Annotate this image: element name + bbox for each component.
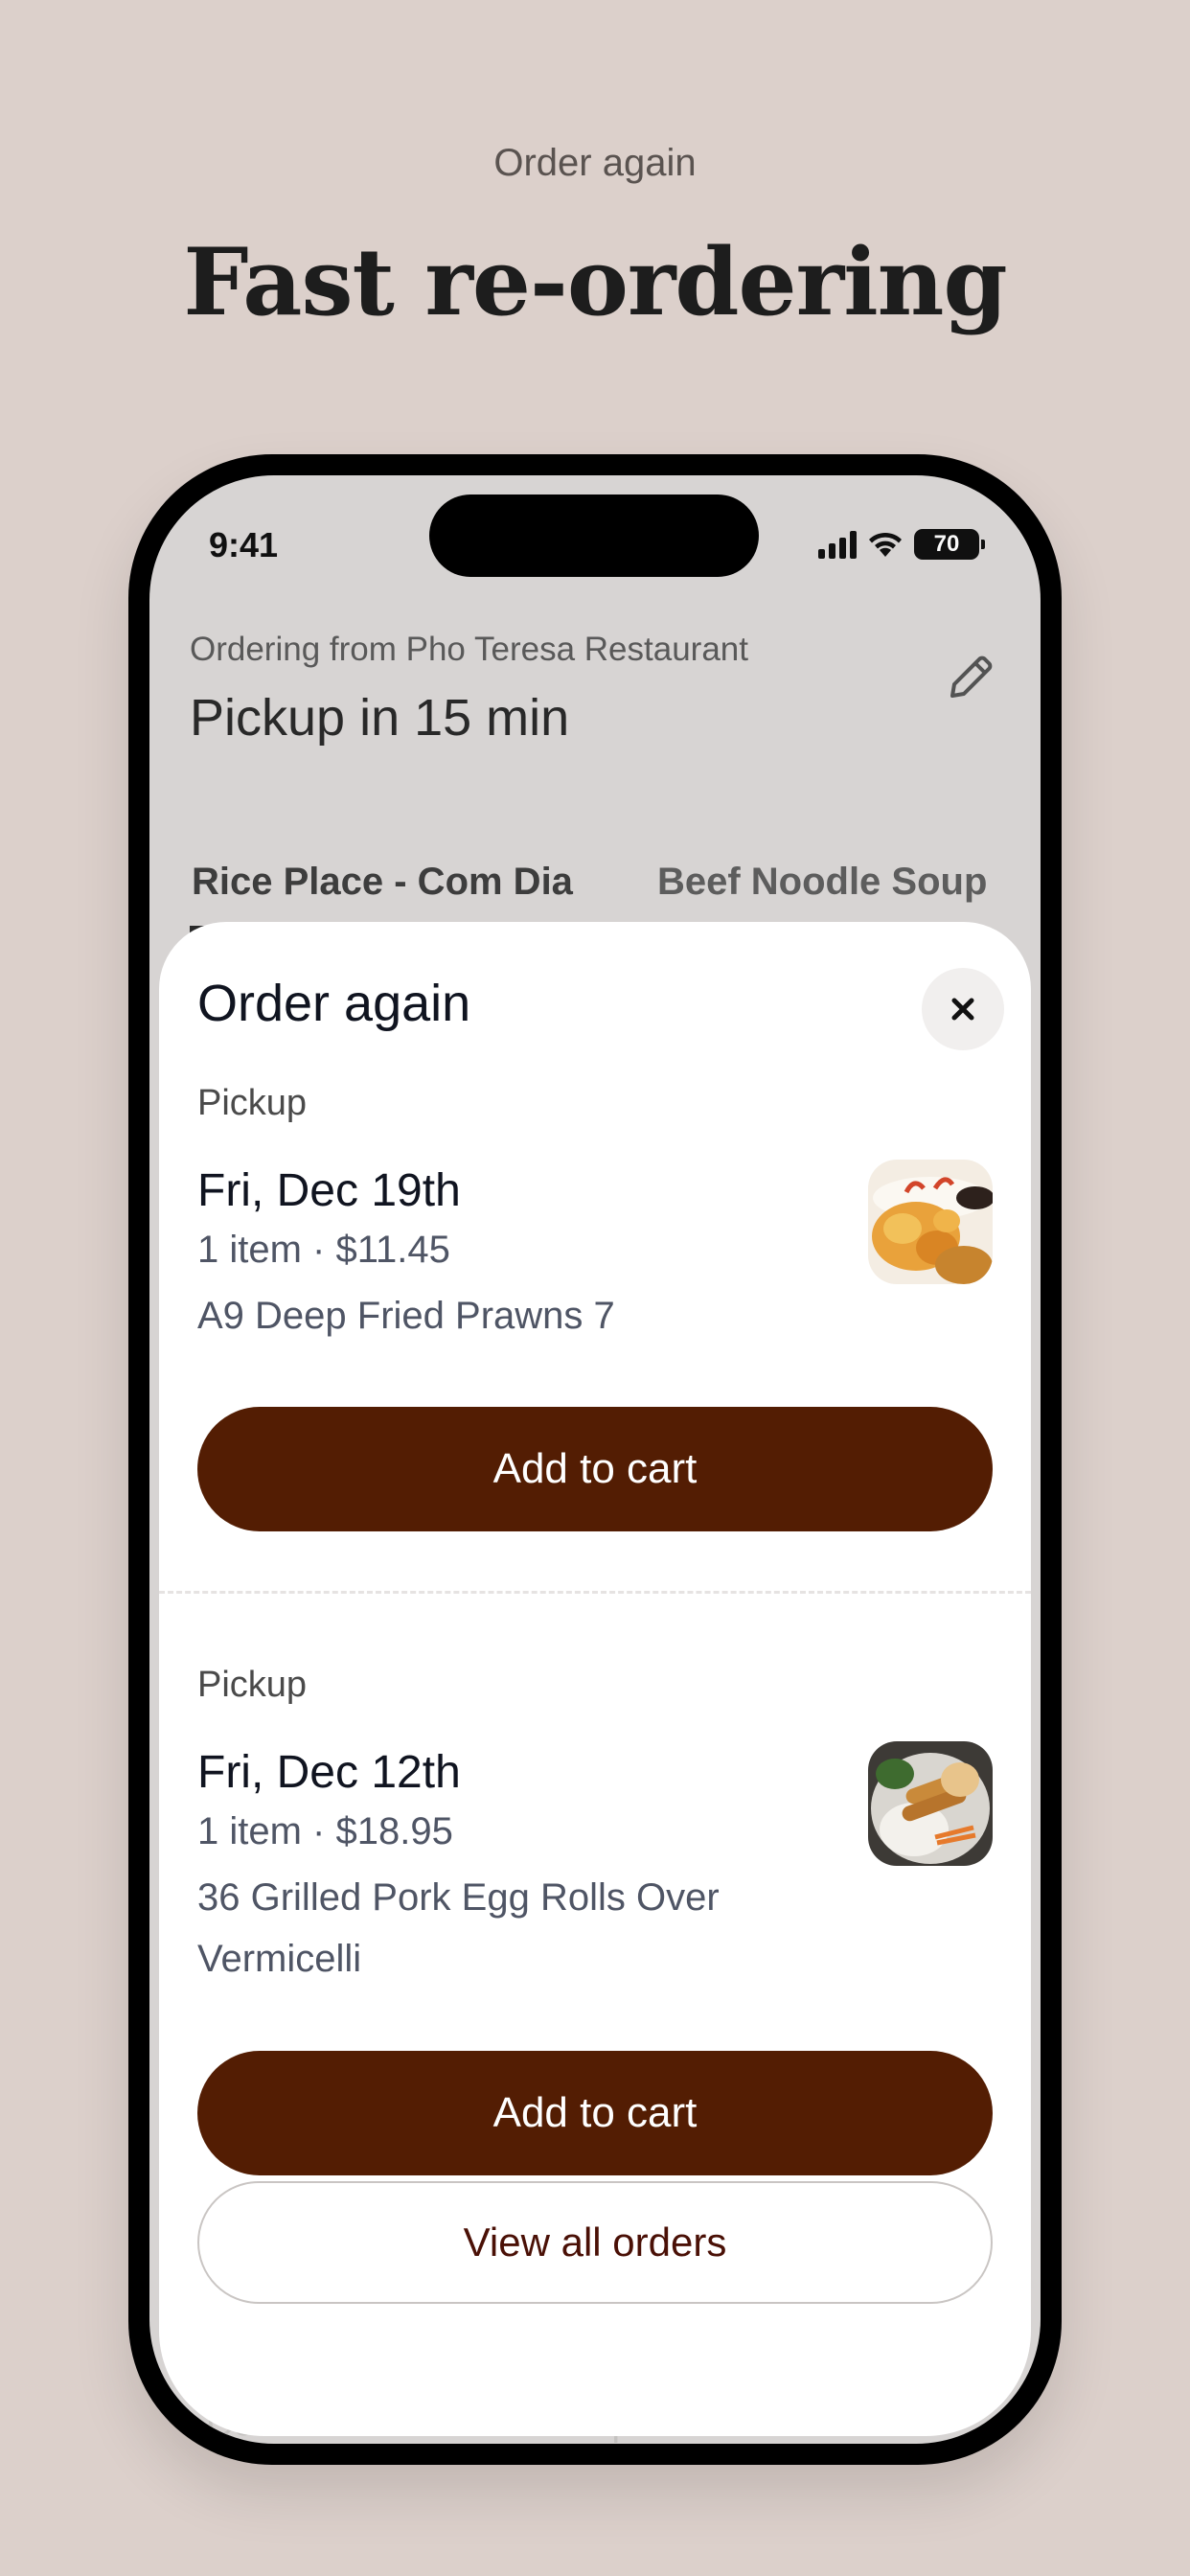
order-items: A9 Deep Fried Prawns 7 <box>197 1295 615 1337</box>
order-items: 36 Grilled Pork Egg Rolls Over Vermicell… <box>197 1876 720 1980</box>
order-type: Pickup <box>197 1665 308 1705</box>
promo-eyebrow: Order again <box>493 142 697 184</box>
order-again-sheet: Order again Pickup Fri, Dec 19th 1 item … <box>159 922 1031 2436</box>
fried-prawns-photo <box>868 1160 993 1284</box>
past-order: Pickup Fri, Dec 12th 1 item · $18.95 36 … <box>197 1665 1006 1990</box>
close-icon <box>951 998 974 1021</box>
egg-rolls-vermicelli-photo <box>868 1741 993 1866</box>
sheet-title: Order again <box>197 975 471 1032</box>
phone-screen: 9:41 70 Ordering from Pho Teresa Restaur… <box>149 475 1041 2444</box>
order-divider <box>159 1591 1031 1594</box>
add-to-cart-button[interactable]: Add to cart <box>197 1407 993 1531</box>
close-button[interactable] <box>922 968 1004 1050</box>
past-order: Pickup Fri, Dec 19th 1 item · $11.45 A9 … <box>197 1083 1006 1346</box>
view-all-orders-button[interactable]: View all orders <box>197 2181 993 2304</box>
promo-headline: Fast re-ordering <box>183 228 1007 336</box>
app-store-promo: Order again Fast re-ordering 9:41 70 Ord… <box>0 0 1190 2576</box>
phone-frame: 9:41 70 Ordering from Pho Teresa Restaur… <box>128 454 1062 2465</box>
order-type: Pickup <box>197 1083 308 1123</box>
add-to-cart-button[interactable]: Add to cart <box>197 2051 993 2175</box>
